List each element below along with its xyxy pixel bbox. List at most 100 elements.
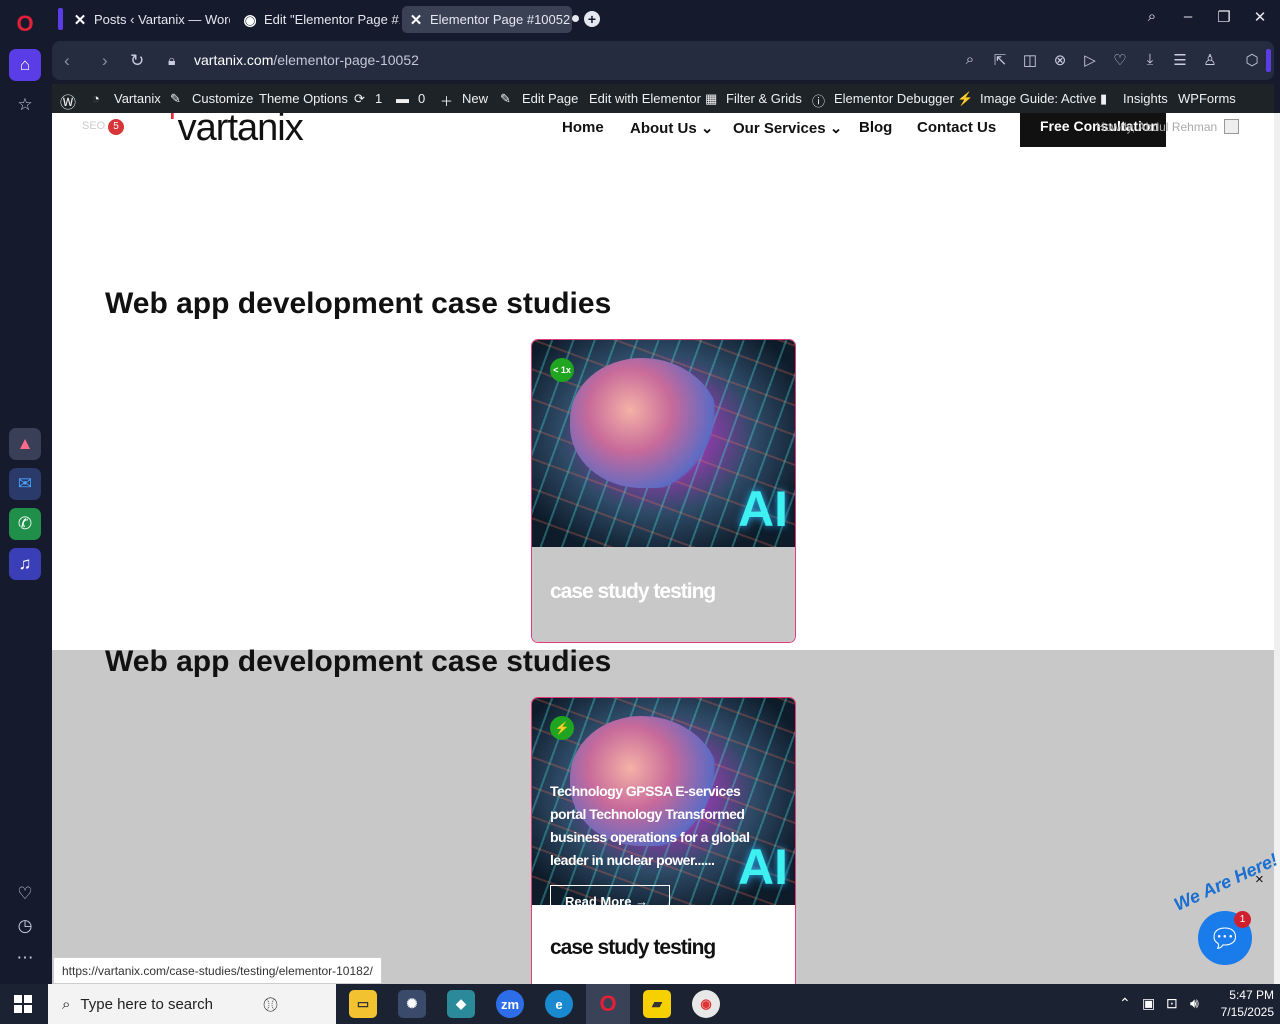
wp-filter-grids[interactable]: Filter & Grids xyxy=(726,91,802,106)
tab-loading-dot-icon xyxy=(572,15,579,22)
new-tab-button[interactable]: + xyxy=(584,11,600,27)
windows-start-icon[interactable] xyxy=(14,995,32,1013)
search-tabs-icon[interactable]: ⌕ xyxy=(1140,8,1164,25)
wp-customize[interactable]: Customize xyxy=(192,91,253,106)
whatsapp-icon[interactable]: ✆ xyxy=(9,508,41,540)
ai-image-text: AI xyxy=(738,481,788,537)
wp-edit-elementor[interactable]: Edit with Elementor xyxy=(589,91,701,106)
avatar[interactable] xyxy=(1224,119,1239,134)
favorite-heart-icon[interactable]: ♡ xyxy=(1110,51,1130,69)
zoom-icon[interactable]: zm xyxy=(496,990,524,1018)
read-more-button[interactable]: Read More → xyxy=(550,885,670,915)
restore-button[interactable]: ❐ xyxy=(1212,8,1236,26)
taskbar-clock[interactable]: 5:47 PM 7/15/2025 xyxy=(1212,987,1274,1021)
card-image: AI < 1x xyxy=(532,340,795,547)
download-icon[interactable]: ⤓ xyxy=(1140,51,1160,68)
heart-icon[interactable]: ♡ xyxy=(9,878,41,910)
extensions-cube-icon[interactable]: ⬡ xyxy=(1242,51,1262,69)
snapshot-camera-icon[interactable]: ◫ xyxy=(1020,51,1040,69)
workspace-indicator xyxy=(58,8,63,30)
back-button[interactable]: ‹ xyxy=(64,51,70,71)
menu-blog[interactable]: Blog xyxy=(859,119,892,136)
browser-sidebar: O ⌂ ☆ ▲ ✉ ✆ ♫ ♡ ◷ ⋯ xyxy=(0,0,50,984)
opera-taskbar-icon[interactable]: O xyxy=(586,984,630,1024)
wordpress-logo-icon[interactable]: Ⓦ xyxy=(60,89,76,113)
tray-app-icon[interactable]: ▣ xyxy=(1142,995,1155,1012)
card-title[interactable]: case study testing xyxy=(550,936,716,960)
edge-icon[interactable]: e xyxy=(545,990,573,1018)
volume-icon[interactable]: 🔊︎ xyxy=(1190,995,1199,1012)
chat-bubble-icon: 💬︎ xyxy=(1208,922,1242,953)
wp-site-name[interactable]: Vartanix xyxy=(114,91,161,106)
messenger-icon[interactable]: ✉ xyxy=(9,468,41,500)
tab-posts[interactable]: ✕ Posts ‹ Vartanix — WordPre xyxy=(66,6,230,33)
network-icon[interactable]: ⊡ xyxy=(1166,995,1178,1012)
wp-new[interactable]: New xyxy=(462,91,488,106)
forward-button[interactable]: › xyxy=(102,51,108,71)
tab-elementor-page[interactable]: ✕ Elementor Page #10052 - xyxy=(402,6,572,33)
chrome-icon[interactable]: ◉ xyxy=(692,990,720,1018)
image-guide-badge[interactable]: ⚡ xyxy=(550,716,574,740)
wp-insights[interactable]: Insights xyxy=(1123,91,1168,106)
opera-logo-icon[interactable]: O xyxy=(9,8,41,40)
reload-button[interactable]: ↻ xyxy=(130,51,144,71)
easy-setup-icon[interactable]: ☰ xyxy=(1170,51,1190,69)
close-window-button[interactable]: ✕ xyxy=(1248,8,1272,26)
aria-icon[interactable]: ▲ xyxy=(9,428,41,460)
pencil-icon: ✎ xyxy=(500,91,511,106)
wp-wpforms[interactable]: WPForms xyxy=(1178,91,1236,106)
card-title[interactable]: case study testing xyxy=(550,580,716,604)
history-icon[interactable]: ◷ xyxy=(9,910,41,942)
wp-elementor-debugger[interactable]: Elementor Debugger xyxy=(834,91,954,106)
taskbar-search[interactable]: ⌕ Type here to search ⚾︎ xyxy=(48,984,336,1024)
url-field[interactable]: vartanix.com/elementor-page-10052 xyxy=(194,52,419,68)
wp-howdy-user[interactable]: Howdy, Abdul Rehman xyxy=(1096,120,1217,134)
minimize-button[interactable]: – xyxy=(1176,8,1200,25)
diamond-app-icon[interactable]: ◆ xyxy=(447,990,475,1018)
lens-search-icon[interactable]: ⌕ xyxy=(960,51,980,68)
music-player-icon[interactable]: ♫ xyxy=(9,548,41,580)
profile-icon[interactable]: ♙ xyxy=(1200,51,1220,69)
adblock-icon[interactable]: ⊗ xyxy=(1050,51,1070,69)
wp-edit-page[interactable]: Edit Page xyxy=(522,91,578,106)
clock-date: 7/15/2025 xyxy=(1220,1005,1274,1019)
globe-icon: ◉ xyxy=(243,11,257,29)
star-icon[interactable]: ☆ xyxy=(9,89,41,121)
wp-image-guide[interactable]: Image Guide: Active xyxy=(980,91,1096,106)
tab-edit-elementor[interactable]: ◉ Edit "Elementor Page #100 xyxy=(236,6,400,33)
menu-about-label: About Us xyxy=(630,120,697,137)
file-explorer-icon[interactable]: ▭ xyxy=(349,990,377,1018)
home-icon[interactable]: ⌂ xyxy=(9,49,41,81)
sticky-notes-icon[interactable]: ▰ xyxy=(643,990,671,1018)
share-icon[interactable]: ⇱ xyxy=(990,51,1010,69)
wp-updates-count[interactable]: 1 xyxy=(375,91,382,106)
case-study-card[interactable]: AI ⚡ Technology GPSSA E-services portal … xyxy=(531,697,796,984)
menu-home[interactable]: Home xyxy=(562,119,604,136)
menu-contact[interactable]: Contact Us xyxy=(917,119,996,136)
url-host: vartanix.com xyxy=(194,52,274,68)
plus-icon: ＋ xyxy=(440,94,454,109)
bolt-icon: ⚡ xyxy=(957,91,974,106)
lock-icon[interactable]: 🔒︎ xyxy=(168,52,175,69)
more-icon[interactable]: ⋯ xyxy=(9,942,41,974)
player-icon[interactable]: ▷ xyxy=(1080,51,1100,69)
wp-theme-options[interactable]: Theme Options xyxy=(259,91,348,106)
bar-chart-icon: ▮ xyxy=(1100,91,1108,106)
address-bar: ‹ › ↻ 🔒︎ vartanix.com/elementor-page-100… xyxy=(52,41,1274,80)
page-scrollbar[interactable] xyxy=(1274,113,1280,984)
wp-comments-count[interactable]: 0 xyxy=(418,91,425,106)
seo-count-badge: 5 xyxy=(108,119,124,135)
menu-services[interactable]: Our Services ⌄ xyxy=(733,119,842,137)
chat-close-button[interactable]: × xyxy=(1255,871,1264,888)
app-tool-icon[interactable]: ✺ xyxy=(398,990,426,1018)
site-logo[interactable]: ˈvartanix xyxy=(166,113,304,150)
image-guide-badge[interactable]: < 1x xyxy=(550,358,574,382)
tray-chevron-icon[interactable]: ⌃ xyxy=(1119,995,1131,1012)
x-logo-icon: ✕ xyxy=(409,11,423,29)
menu-about[interactable]: About Us ⌄ xyxy=(630,119,713,137)
seo-label[interactable]: SEO xyxy=(82,120,105,132)
url-path: /elementor-page-10052 xyxy=(273,52,419,68)
card-excerpt: Technology GPSSA E-services portal Techn… xyxy=(550,783,750,868)
case-study-card[interactable]: AI < 1x case study testing xyxy=(531,339,796,643)
card-footer: case study testing xyxy=(532,547,795,642)
